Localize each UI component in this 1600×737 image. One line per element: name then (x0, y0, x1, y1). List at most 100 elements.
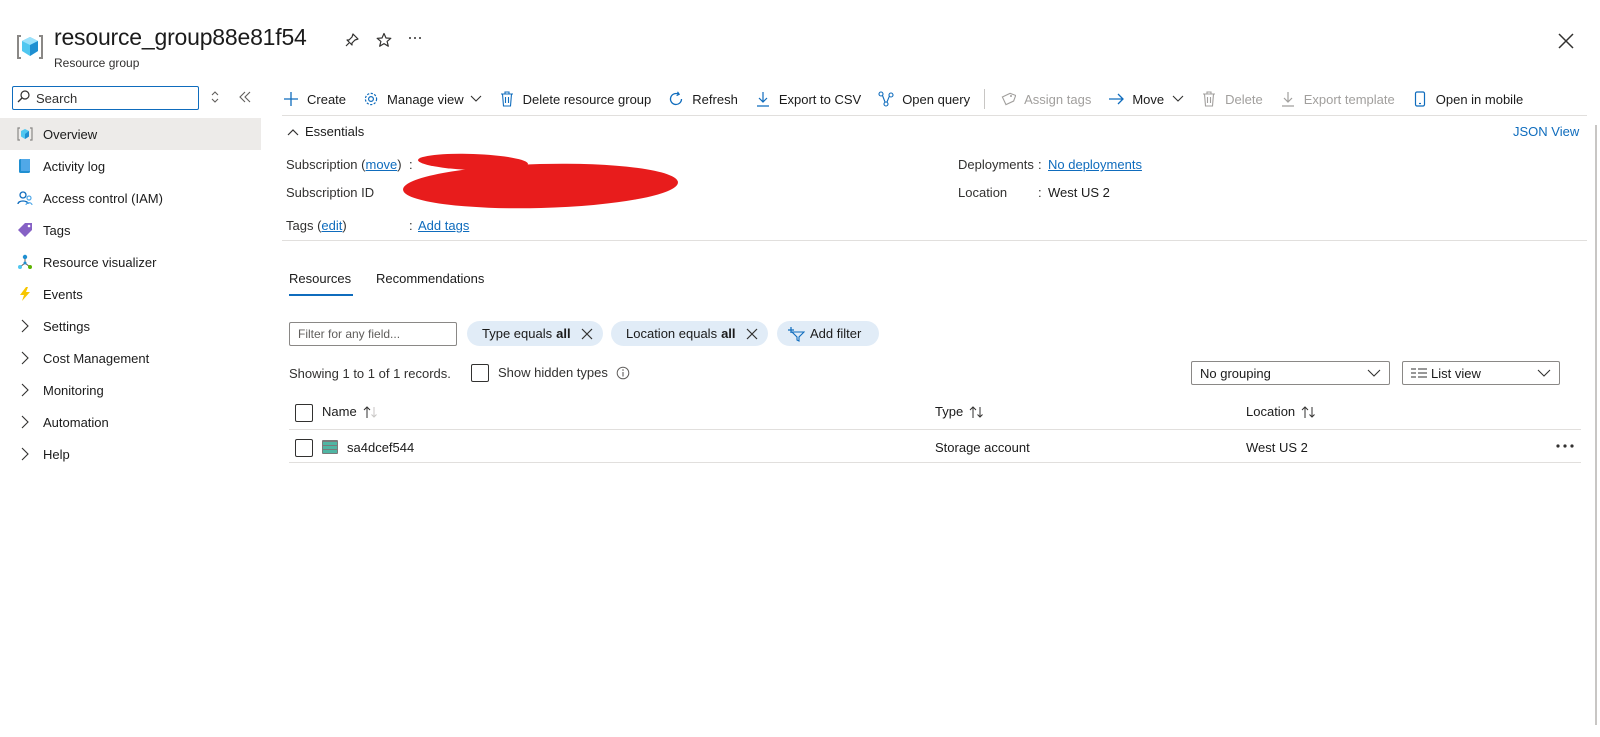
delete-button[interactable]: Delete (1200, 90, 1263, 108)
open-query-button[interactable]: Open query (877, 90, 970, 108)
page-title: resource_group88e81f54 (54, 24, 307, 50)
type-filter-label: Type equals (482, 326, 553, 341)
plus-icon (282, 90, 300, 108)
ellipsis-icon[interactable] (405, 28, 425, 48)
subscription-label: Subscription (move) (286, 157, 402, 172)
sidebar-item-label: Overview (43, 126, 98, 142)
search-input[interactable] (34, 89, 194, 107)
close-icon[interactable] (746, 328, 758, 340)
sidebar-item-activity-log[interactable]: Activity log (0, 150, 261, 182)
sidebar-item-overview[interactable]: Overview (0, 118, 261, 150)
sort-icon (969, 405, 985, 419)
tab-resources[interactable]: Resources (289, 271, 351, 286)
location-filter-pill[interactable]: Location equals all (611, 321, 768, 346)
export-csv-label: Export to CSV (778, 91, 862, 107)
star-icon[interactable] (374, 30, 394, 50)
sidebar-item-label: Cost Management (43, 350, 150, 366)
toolbar-divider-line (282, 115, 1587, 116)
resource-name-link[interactable]: sa4dcef544 (347, 440, 414, 455)
sidebar-item-resource-visualizer[interactable]: Resource visualizer (0, 246, 261, 278)
sidebar-nav: Overview Activity log Access control (IA… (0, 118, 261, 470)
filter-input[interactable] (289, 322, 457, 346)
add-filter-button[interactable]: Add filter (777, 321, 880, 346)
chevron-right-icon (16, 445, 34, 463)
sidebar-item-label: Tags (43, 222, 71, 238)
view-value: List view (1431, 365, 1481, 381)
view-dropdown[interactable]: List view (1402, 361, 1560, 385)
type-filter-value: all (556, 326, 571, 341)
row-more-icon[interactable] (1555, 439, 1575, 453)
refresh-button[interactable]: Refresh (667, 90, 738, 108)
add-filter-icon (787, 326, 805, 342)
no-deployments-link[interactable]: No deployments (1048, 157, 1142, 172)
close-icon[interactable] (581, 328, 593, 340)
export-csv-button[interactable]: Export to CSV (754, 90, 861, 108)
manage-view-button[interactable]: Manage view (362, 90, 482, 108)
subscription-move-link[interactable]: move (366, 157, 398, 172)
chevron-down-icon (470, 95, 482, 103)
grouping-dropdown[interactable]: No grouping (1191, 361, 1390, 385)
download-icon (1279, 90, 1297, 108)
show-hidden-types-checkbox[interactable] (471, 364, 489, 382)
subscription-id-label: Subscription ID (286, 185, 375, 200)
arrow-right-icon (1107, 90, 1125, 108)
open-in-mobile-button[interactable]: Open in mobile (1411, 90, 1523, 108)
sidebar-search[interactable] (12, 86, 199, 110)
sidebar-item-iam[interactable]: Access control (IAM) (0, 182, 261, 214)
sidebar-item-monitoring[interactable]: Monitoring (0, 374, 261, 406)
json-view-link[interactable]: JSON View (1513, 124, 1579, 139)
pin-icon[interactable] (342, 30, 362, 50)
lightning-icon (16, 285, 34, 303)
delete-resource-group-button[interactable]: Delete resource group (498, 90, 651, 108)
column-header-name[interactable]: Name (322, 404, 379, 419)
tag-outline-icon (999, 90, 1017, 108)
column-header-label: Type (935, 404, 964, 419)
column-header-location[interactable]: Location (1246, 404, 1317, 419)
move-button[interactable]: Move (1107, 90, 1184, 108)
gear-icon (362, 90, 380, 108)
delete-label: Delete (1225, 91, 1263, 107)
info-icon[interactable] (616, 366, 630, 380)
sidebar-item-settings[interactable]: Settings (0, 310, 261, 342)
add-tags-link[interactable]: Add tags (418, 218, 469, 233)
collapse-sidebar-icon[interactable] (236, 88, 254, 106)
row-checkbox[interactable] (295, 439, 313, 457)
close-icon[interactable] (1555, 30, 1577, 52)
chevron-right-icon (16, 413, 34, 431)
sort-updown-icon[interactable] (206, 88, 224, 106)
select-all-checkbox[interactable] (295, 404, 313, 422)
sidebar-item-tags[interactable]: Tags (0, 214, 261, 246)
chevron-down-icon (1172, 95, 1184, 103)
sidebar-item-label: Help (43, 446, 70, 462)
sidebar-item-automation[interactable]: Automation (0, 406, 261, 438)
manage-view-label: Manage view (387, 91, 464, 107)
column-header-type[interactable]: Type (935, 404, 985, 419)
active-tab-indicator (289, 294, 353, 296)
sidebar-item-help[interactable]: Help (0, 438, 261, 470)
resource-type: Storage account (935, 440, 1030, 455)
assign-tags-button[interactable]: Assign tags (999, 90, 1091, 108)
tab-recommendations[interactable]: Recommendations (376, 271, 484, 286)
location-value: West US 2 (1048, 185, 1110, 200)
location-filter-label: Location equals (626, 326, 718, 341)
resource-group-icon (16, 125, 34, 143)
column-header-label: Name (322, 404, 357, 419)
type-filter-pill[interactable]: Type equals all (467, 321, 603, 346)
tags-label: Tags (edit) (286, 218, 347, 233)
subscription-label-text: Subscription (286, 157, 358, 172)
redaction-mark (402, 160, 679, 212)
essentials-toggle[interactable]: Essentials (287, 124, 364, 139)
vertical-scrollbar[interactable] (1595, 125, 1597, 725)
sort-icon (1301, 405, 1317, 419)
sidebar-item-cost-management[interactable]: Cost Management (0, 342, 261, 374)
chevron-right-icon (16, 317, 34, 335)
iam-icon (16, 189, 34, 207)
sidebar-item-events[interactable]: Events (0, 278, 261, 310)
create-button[interactable]: Create (282, 90, 346, 108)
sidebar-item-label: Activity log (43, 158, 106, 174)
sidebar-item-label: Access control (IAM) (43, 190, 163, 206)
export-template-button[interactable]: Export template (1279, 90, 1395, 108)
sidebar-item-label: Monitoring (43, 382, 104, 398)
tags-edit-link[interactable]: edit (321, 218, 342, 233)
export-template-label: Export template (1303, 91, 1395, 107)
